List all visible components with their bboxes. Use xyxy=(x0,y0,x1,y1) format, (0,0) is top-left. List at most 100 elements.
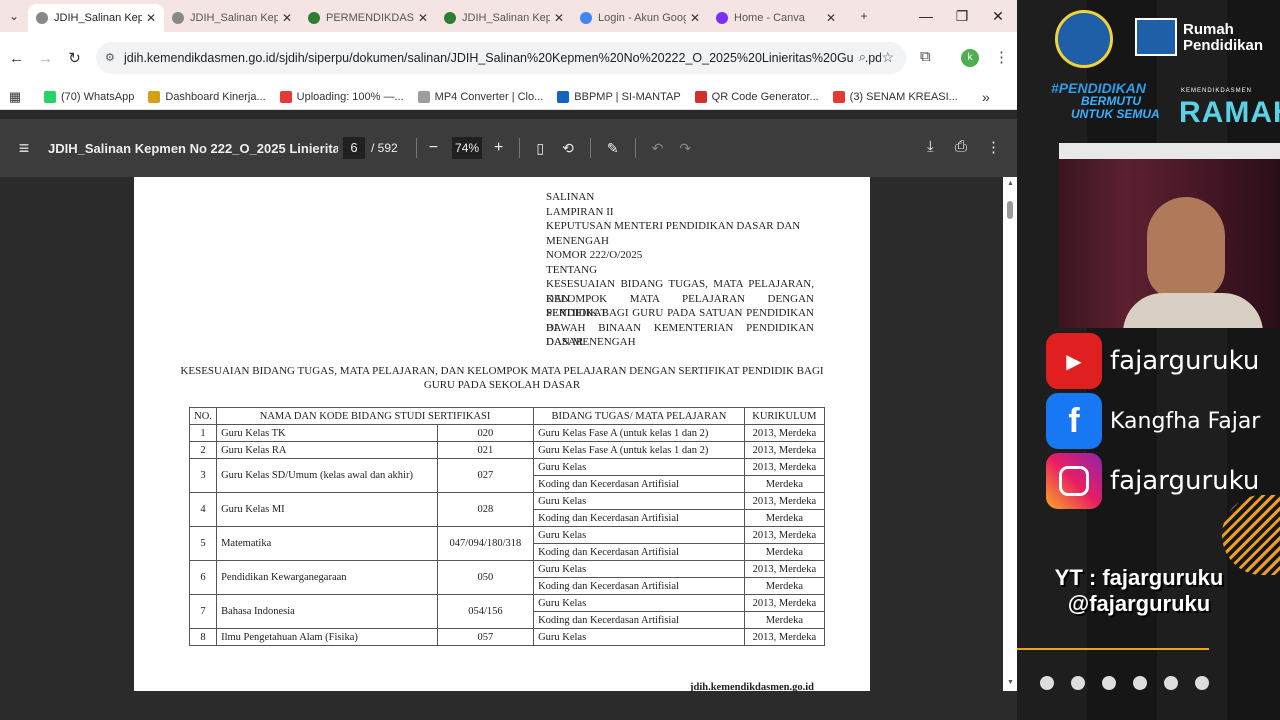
zoom-out-button[interactable]: − xyxy=(429,139,438,157)
extensions-icon[interactable]: ⧉ xyxy=(920,48,931,65)
url-text: jdih.kemendikdasmen.go.id/sjdih/siperpu/… xyxy=(124,51,886,65)
tab-favicon-icon xyxy=(172,12,184,24)
bookmark-item[interactable]: Dashboard Kinerja... xyxy=(148,90,266,103)
table-cell: 2013, Merdeka xyxy=(743,628,826,646)
table-cell: Matematika xyxy=(216,526,438,561)
download-icon[interactable]: ⤓ xyxy=(927,138,934,155)
print-icon[interactable]: ⎙ xyxy=(955,138,967,155)
bookmarks-bar: ▦ (70) WhatsApp Dashboard Kinerja... Uploa… xyxy=(0,84,1017,110)
bookmark-item[interactable]: QR Code Generator... xyxy=(694,90,819,103)
pdf-title: JDIH_Salinan Kepmen No 222_O_2025 Linier… xyxy=(48,140,338,156)
annotate-icon[interactable]: ✎ xyxy=(607,140,619,157)
table-cell: 054/156 xyxy=(436,594,535,629)
fit-page-icon[interactable]: ▯ xyxy=(536,140,544,157)
close-window-button[interactable]: ✕ xyxy=(980,0,1016,32)
maximize-button[interactable]: ❐ xyxy=(944,0,980,32)
presenter-face xyxy=(1147,197,1225,299)
table-cell: Merdeka xyxy=(743,577,826,595)
facebook-link[interactable]: f Kangfha Fajar xyxy=(1046,393,1260,449)
tab-close-icon[interactable]: ✕ xyxy=(690,11,700,25)
doc-title-line2: GURU PADA SEKOLAH DASAR xyxy=(423,379,581,391)
back-button[interactable]: ← xyxy=(2,32,31,84)
tab-6[interactable]: Home - Canva ✕ xyxy=(708,4,844,32)
table-cell: Merdeka xyxy=(743,611,826,629)
table-cell: Guru Kelas xyxy=(533,458,745,476)
address-bar: ← → ↻ ⚙ jdih.kemendikdasmen.go.id/sjdih/… xyxy=(0,32,1017,84)
table-cell: Merdeka xyxy=(743,509,826,527)
table-cell: 2013, Merdeka xyxy=(743,441,826,459)
table-header: BIDANG TUGAS/ MATA PELAJARAN xyxy=(533,407,745,425)
table-cell: Koding dan Kecerdasan Artifisial xyxy=(533,475,745,493)
table-cell: Guru Kelas xyxy=(533,526,745,544)
tab-title: Login - Akun Goog xyxy=(598,12,686,24)
bookmark-item[interactable]: Uploading: 100% —... xyxy=(279,90,404,103)
instagram-link[interactable]: fajarguruku xyxy=(1046,453,1259,509)
bookmark-item[interactable]: (70) WhatsApp xyxy=(44,90,134,103)
forward-button[interactable]: → xyxy=(31,32,60,84)
zoom-level-input[interactable]: 74% xyxy=(452,137,483,159)
reload-button[interactable]: ↻ xyxy=(60,32,89,84)
scrollbar-thumb[interactable] xyxy=(1007,201,1013,219)
slide-dot xyxy=(1133,676,1147,690)
minimize-button[interactable]: — xyxy=(908,0,944,32)
menu-icon[interactable]: ⋮ xyxy=(994,48,1009,66)
tab-close-icon[interactable]: ✕ xyxy=(826,11,836,25)
undo-icon[interactable]: ↶ xyxy=(652,140,664,157)
zoom-in-button[interactable]: + xyxy=(494,139,503,157)
tab-2[interactable]: JDIH_Salinan Kepm ✕ xyxy=(164,4,300,32)
table-cell: Merdeka xyxy=(743,475,826,493)
pdf-page: SALINAN LAMPIRAN II KEPUTUSAN MENTERI PEND… xyxy=(134,177,870,693)
tab-3[interactable]: PERMENDIKDASM ✕ xyxy=(300,4,436,32)
table-cell: 7 xyxy=(188,594,218,629)
table-cell: 6 xyxy=(188,560,218,595)
accent-line xyxy=(1017,648,1209,650)
site-info-icon[interactable]: ⚙ xyxy=(105,51,115,64)
bookmark-item[interactable]: (3) SENAM KREASI... xyxy=(832,90,958,103)
tab-favicon-icon xyxy=(580,12,592,24)
bookmark-item[interactable]: MP4 Converter | Clo... xyxy=(417,90,543,103)
tab-close-icon[interactable]: ✕ xyxy=(554,11,564,25)
table-row: 2 Guru Kelas RA 021 Guru Kelas Fase A (untu… xyxy=(188,441,826,459)
rumah-pendidikan-logo xyxy=(1135,18,1177,56)
tab-title: Home - Canva xyxy=(734,12,805,24)
table-cell: Guru Kelas TK xyxy=(216,424,438,442)
tab-4[interactable]: JDIH_Salinan Kepm ✕ xyxy=(436,4,572,32)
bookmark-item[interactable]: BBPMP | SI-MANTAP xyxy=(557,90,681,103)
more-bookmarks-icon[interactable]: » xyxy=(982,89,990,105)
new-tab-button[interactable]: + xyxy=(850,0,878,32)
table-row: 6 Pendidikan Kewarganegaraan 050 Guru Kelas… xyxy=(188,560,826,595)
tab-close-icon[interactable]: ✕ xyxy=(418,11,428,25)
table-cell: Ilmu Pengetahuan Alam (Fisika) xyxy=(216,628,438,646)
more-actions-icon[interactable]: ⋮ xyxy=(986,138,1001,156)
page-number-input[interactable]: 6 xyxy=(343,137,365,159)
bookmark-favicon-icon xyxy=(832,90,845,103)
zoom-icon[interactable]: ⌕ xyxy=(852,49,866,65)
table-cell: Guru Kelas xyxy=(533,560,745,578)
youtube-link[interactable]: ▶ fajarguruku xyxy=(1046,333,1259,389)
table-cell: Pendidikan Kewarganegaraan xyxy=(216,560,438,595)
apps-grid-icon[interactable]: ▦ xyxy=(0,89,30,105)
bookmark-star-icon[interactable]: ☆ xyxy=(881,49,894,66)
doc-footer: jdih.kemendikdasmen.go.id xyxy=(690,682,814,693)
tab-search-button[interactable]: ⌄ xyxy=(0,0,28,32)
doc-header-line: KEPUTUSAN MENTERI PENDIDIKAN DASAR DAN xyxy=(546,220,801,232)
hamburger-menu-icon[interactable]: ≡ xyxy=(0,138,48,159)
tab-close-icon[interactable]: ✕ xyxy=(282,11,292,25)
bookmark-favicon-icon xyxy=(279,90,292,103)
table-cell: Guru Kelas xyxy=(533,628,745,646)
rotate-icon[interactable]: ⟲ xyxy=(562,140,574,157)
table-cell: 8 xyxy=(188,628,218,646)
url-field[interactable]: ⚙ jdih.kemendikdasmen.go.id/sjdih/siperp… xyxy=(96,42,906,74)
tab-5[interactable]: Login - Akun Goog ✕ xyxy=(572,4,708,32)
tab-close-icon[interactable]: ✕ xyxy=(146,11,156,25)
tab-1[interactable]: JDIH_Salinan Kepm ✕ xyxy=(28,4,164,32)
scrollbar[interactable]: ▲ ▼ xyxy=(1003,177,1017,691)
table-cell: 2 xyxy=(188,441,218,459)
profile-avatar[interactable]: k xyxy=(961,49,979,67)
table-cell: 2013, Merdeka xyxy=(743,424,826,442)
slide-dot xyxy=(1195,676,1209,690)
slide-dot xyxy=(1102,676,1116,690)
table-cell: 5 xyxy=(188,526,218,561)
table-cell: 028 xyxy=(436,492,535,527)
redo-icon[interactable]: ↷ xyxy=(679,140,691,157)
